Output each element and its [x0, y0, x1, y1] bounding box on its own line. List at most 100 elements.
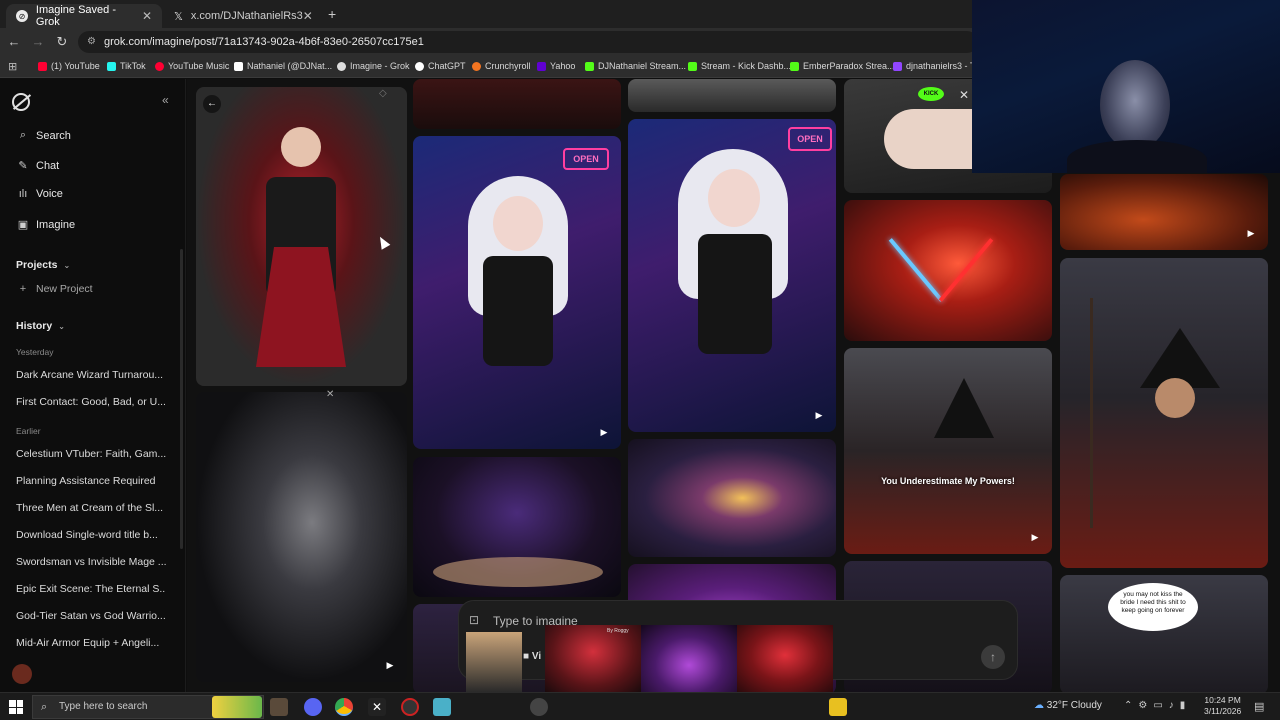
bookmark-youtube[interactable]: (1) YouTube [38, 61, 100, 71]
gallery-image-nebula[interactable]: ▶ [196, 392, 407, 682]
search-highlight-image [212, 696, 262, 718]
nav-chat[interactable]: ✎ Chat [16, 159, 59, 173]
system-tray-icons[interactable]: ⌃⚙▭♪▮ [1124, 700, 1191, 711]
chrome-app-icon[interactable] [335, 698, 353, 716]
gallery-image-dark-wizard[interactable] [1060, 258, 1268, 568]
sidebar-scrollbar[interactable] [180, 249, 183, 549]
bookmark-youtube-music[interactable]: YouTube Music [155, 61, 229, 71]
streamer-face [1100, 60, 1170, 150]
gallery-image-top-red[interactable] [413, 79, 621, 129]
history-item[interactable]: Mid-Air Armor Equip + Angeli... [16, 637, 166, 649]
bookmark-crunchyroll[interactable]: Crunchyroll [472, 61, 531, 71]
back-arrow-icon[interactable]: ← [6, 34, 22, 50]
play-icon: ▶ [600, 427, 608, 437]
bookmark-x-nathaniel[interactable]: Nathaniel (@DJNat... [234, 61, 332, 71]
obs-app-icon[interactable] [401, 698, 419, 716]
site-info-icon[interactable]: ⚙ [87, 31, 96, 53]
play-icon: ▶ [1031, 532, 1039, 542]
history-item[interactable]: Epic Exit Scene: The Eternal S... [16, 583, 166, 595]
image-attach-icon[interactable]: ⊡ [469, 613, 479, 627]
gallery-image-angel-battle[interactable] [628, 439, 836, 557]
imagine-icon: ▣ [17, 219, 29, 231]
gallery-image-red-queen[interactable] [196, 87, 407, 386]
url-text: grok.com/imagine/post/71a13743-902a-4b6f… [104, 36, 424, 48]
nav-imagine[interactable]: ▣ Imagine [16, 218, 75, 232]
apps-grid-icon[interactable]: ⊞ [8, 60, 17, 73]
new-tab-button[interactable]: + [328, 6, 336, 22]
bookmark-icon[interactable]: ◇ [379, 88, 387, 99]
streamer-body [1067, 140, 1207, 173]
plus-icon: + [19, 283, 27, 295]
history-item[interactable]: Download Single-word title b... [16, 529, 166, 541]
bookmark-imagine-grok[interactable]: Imagine - Grok [337, 61, 410, 71]
gallery-image-catgirl-cafe-2[interactable]: OPEN ▶ [628, 119, 836, 432]
play-icon: ▶ [815, 410, 823, 420]
reload-icon[interactable]: ↻ [54, 34, 70, 50]
history-item[interactable]: Dark Arcane Wizard Turnarou... [16, 369, 166, 381]
chevron-down-icon: ⌄ [58, 321, 65, 331]
wizard-caption: You Underestimate My Powers! [881, 476, 1015, 486]
tab-close-icon[interactable]: ✕ [303, 9, 313, 23]
forward-arrow-icon[interactable]: → [30, 34, 46, 50]
x-app-icon[interactable]: ✕ [368, 698, 386, 716]
bookmark-tiktok[interactable]: TikTok [107, 61, 146, 71]
history-item[interactable]: Swordsman vs Invisible Mage ... [16, 556, 166, 568]
video-mode-toggle[interactable]: ■ Vi [523, 651, 541, 662]
back-arrow-icon[interactable]: ← [203, 95, 221, 113]
gallery-image-wizard-powers[interactable]: You Underestimate My Powers! ▶ [844, 348, 1052, 554]
notes-app-icon[interactable] [829, 698, 847, 716]
tab-x-profile[interactable]: 𝕏 x.com/DJNathanielRs3 ✕ [164, 4, 320, 28]
notifications-icon[interactable]: ▤ [1254, 700, 1264, 713]
cloud-icon: ☁ [1034, 700, 1044, 711]
close-icon[interactable]: ✕ [959, 88, 969, 102]
collapse-sidebar-icon[interactable]: « [162, 93, 169, 107]
runescape-app-icon[interactable] [270, 698, 288, 716]
gallery-image-top-grey[interactable] [628, 79, 836, 112]
new-project-button[interactable]: + New Project [16, 283, 93, 295]
history-item[interactable]: Planning Assistance Required [16, 475, 166, 487]
overlay-credit: By Roggy [607, 628, 629, 634]
bookmark-chatgpt[interactable]: ChatGPT [415, 61, 466, 71]
bookmark-kick-dashboard[interactable]: Stream - Kick Dashb... [688, 61, 791, 71]
submit-arrow-button[interactable]: ↑ [981, 645, 1005, 669]
weather-widget[interactable]: ☁ 32°F Cloudy [1034, 700, 1102, 711]
gallery-image-lava[interactable]: ▶ [1060, 174, 1268, 250]
user-avatar[interactable] [12, 664, 32, 684]
history-item[interactable]: Three Men at Cream of the Sl... [16, 502, 166, 514]
nav-voice[interactable]: ılı Voice [16, 188, 63, 200]
address-bar[interactable]: ⚙ grok.com/imagine/post/71a13743-902a-4b… [78, 31, 978, 53]
gallery-image-catgirl-cafe[interactable]: OPEN ▶ [413, 136, 621, 449]
windows-start-icon[interactable] [9, 700, 23, 714]
overlay-thumb-red-catgirl [737, 625, 833, 692]
app-icon[interactable] [433, 698, 451, 716]
history-item[interactable]: God-Tier Satan vs God Warrio... [16, 610, 166, 622]
bookmark-djnathaniel-stream[interactable]: DJNathaniel Stream... [585, 61, 686, 71]
clock[interactable]: 10:24 PM 3/11/2026 [1204, 695, 1241, 717]
video-camera-icon: ■ [523, 651, 530, 662]
history-item[interactable]: Celestium VTuber: Faith, Gam... [16, 448, 166, 460]
nav-search[interactable]: ⌕ Search [16, 129, 71, 142]
search-icon: ⌕ [41, 701, 48, 713]
overlay-thumb-red-queen: By Roggy [545, 625, 641, 692]
kick-logo-icon: KICK [918, 87, 944, 101]
history-section-toggle[interactable]: History ⌄ [16, 320, 65, 332]
x-favicon-icon: 𝕏 [174, 10, 183, 23]
open-sign: OPEN [788, 127, 832, 151]
grok-logo-icon[interactable] [12, 93, 32, 111]
history-item[interactable]: First Contact: Good, Bad, or U... [16, 396, 166, 408]
bookmark-yahoo[interactable]: Yahoo [537, 61, 575, 71]
voice-icon: ılı [18, 188, 28, 200]
discord-app-icon[interactable] [304, 698, 322, 716]
search-icon: ⌕ [19, 129, 27, 141]
projects-section-toggle[interactable]: Projects ⌄ [16, 259, 70, 271]
close-icon[interactable]: ✕ [326, 389, 334, 400]
settings-gear-icon[interactable] [530, 698, 548, 716]
tab-imagine-saved[interactable]: ⊘ Imagine Saved - Grok ✕ [6, 4, 162, 28]
gallery-image-lightsaber-duel[interactable] [844, 200, 1052, 341]
bookmark-emberparadox[interactable]: EmberParadox Strea... [790, 61, 895, 71]
play-icon: ▶ [1247, 228, 1255, 238]
bookmark-twitch[interactable]: djnathanielrs3 - Tw [893, 61, 981, 71]
tab-close-icon[interactable]: ✕ [142, 9, 152, 23]
gallery-image-dark-angel[interactable] [413, 457, 621, 597]
gallery-image-wedding-wizard[interactable]: you may not kiss the bride I need this s… [1060, 575, 1268, 692]
